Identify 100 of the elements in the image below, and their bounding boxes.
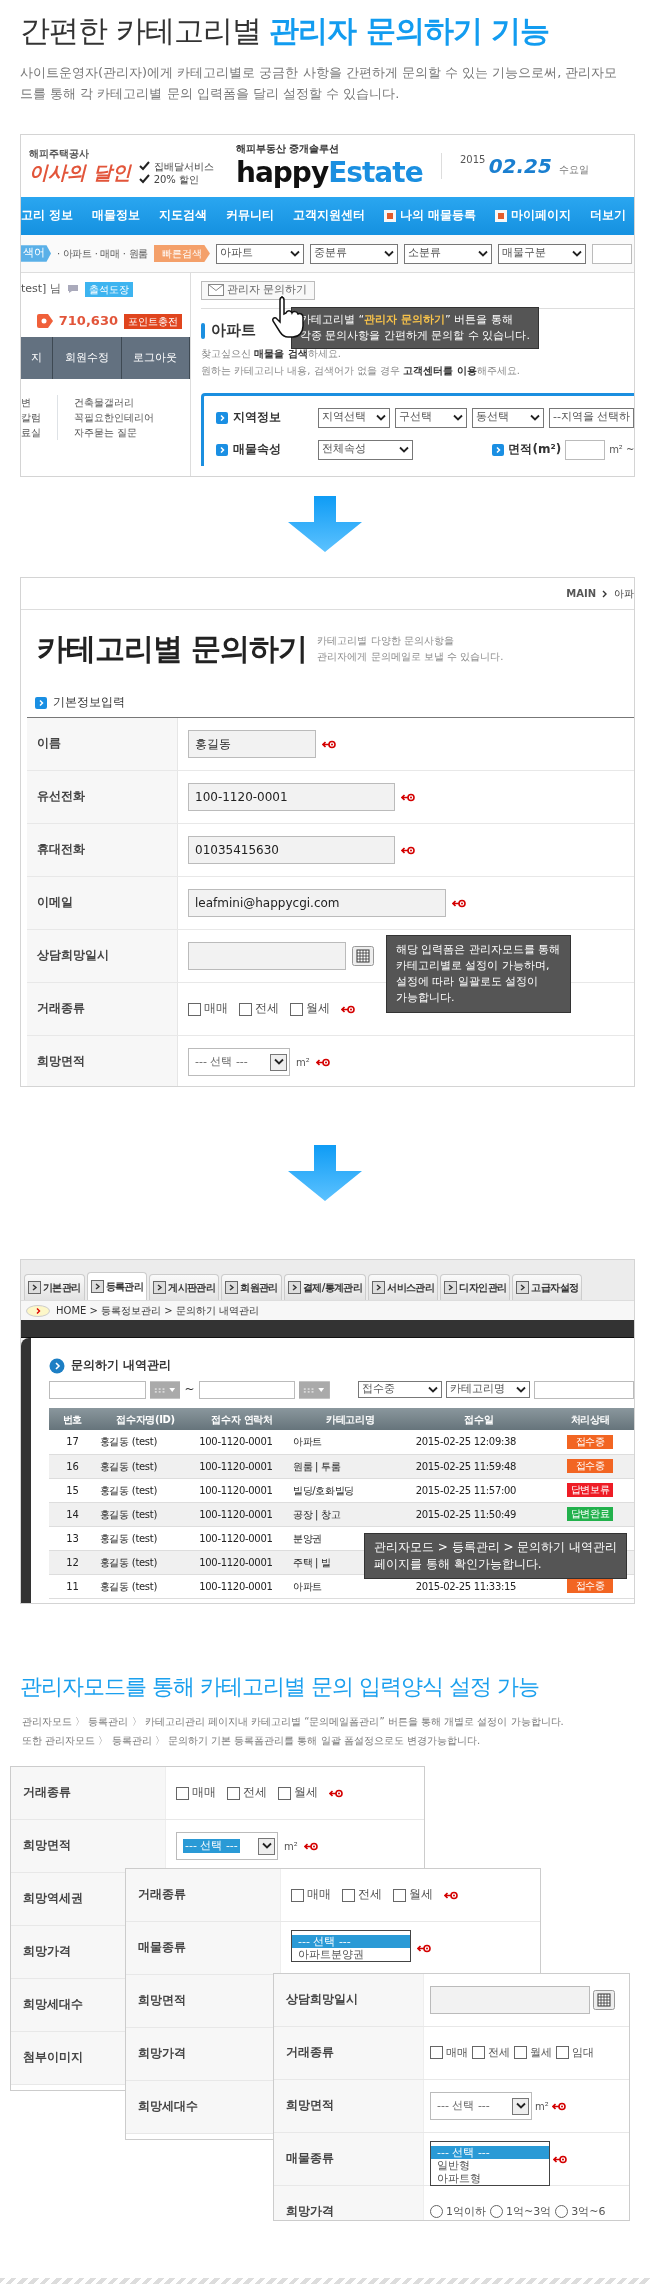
date-field[interactable] bbox=[49, 1381, 146, 1399]
field-label: 매물종류 bbox=[286, 2151, 334, 2167]
checkbox[interactable] bbox=[556, 2046, 569, 2060]
text-field[interactable]: 100-1120-0001 bbox=[188, 783, 395, 811]
range-separator: ~ bbox=[184, 1382, 195, 1398]
search-path: · 아파트 · 매매 · 원룸 bbox=[57, 247, 148, 260]
unit-text: m² bbox=[284, 1839, 298, 1853]
menu-tab[interactable]: 게시판관리 bbox=[149, 1274, 220, 1300]
checkbox[interactable] bbox=[239, 1002, 252, 1016]
list-option[interactable]: 일반형 bbox=[431, 2159, 549, 2172]
checkbox[interactable] bbox=[393, 1888, 406, 1902]
option-label: 1억이하 bbox=[446, 2204, 486, 2220]
caret-icon bbox=[428, 1385, 438, 1394]
company-name: 해피주택공사 bbox=[29, 146, 90, 160]
select-field[interactable]: --- 선택 --- bbox=[430, 2092, 532, 2120]
select-field[interactable]: 지역선택 bbox=[318, 407, 390, 428]
input-field[interactable] bbox=[565, 439, 606, 460]
caret-icon bbox=[399, 445, 409, 454]
input-field[interactable]: --지역을 선택하 bbox=[549, 407, 634, 428]
select-field[interactable]: 전체속성 bbox=[318, 439, 413, 460]
select-field[interactable]: 접수중 bbox=[358, 1381, 442, 1398]
search-field[interactable] bbox=[534, 1381, 634, 1399]
select-field[interactable]: 아파트 bbox=[215, 243, 304, 264]
menu-link[interactable]: 칼럼 bbox=[21, 410, 41, 425]
input-field[interactable] bbox=[591, 243, 632, 264]
list-option[interactable]: 아파트형 bbox=[431, 2172, 549, 2185]
field-label: 희망가격 bbox=[138, 2046, 186, 2062]
calendar-button[interactable] bbox=[593, 1990, 615, 2010]
option-label: 월세 bbox=[409, 1887, 433, 1903]
table-cell: 원룸 | 투룸 bbox=[292, 1460, 341, 1472]
checkbox[interactable] bbox=[430, 2046, 443, 2060]
table-cell: 분양권 bbox=[292, 1532, 322, 1544]
list-option[interactable]: 아파트분양권 bbox=[292, 1948, 410, 1961]
field-label: 면적(m²) bbox=[508, 441, 562, 458]
radio-button[interactable] bbox=[490, 2205, 503, 2219]
menu-link[interactable]: 꼭필요한인테리어 bbox=[74, 410, 154, 425]
menu-tab[interactable]: 결제/통계관리 bbox=[283, 1274, 367, 1300]
menu-link[interactable]: 료실 bbox=[21, 425, 41, 440]
calendar-button[interactable] bbox=[352, 946, 374, 966]
select-field[interactable]: 동선택 bbox=[472, 407, 544, 428]
table-cell: 홍길동 (test) bbox=[99, 1532, 157, 1544]
account-button[interactable]: 지 bbox=[21, 337, 54, 379]
menu-tab[interactable]: 고급자설정 bbox=[512, 1274, 583, 1300]
menu-tab[interactable]: 등록관리 bbox=[86, 1272, 148, 1300]
points-value: 710,630 bbox=[58, 312, 118, 330]
select-field[interactable]: 구선택 bbox=[395, 407, 467, 428]
select-field[interactable]: 소분류 bbox=[403, 243, 492, 264]
charge-button[interactable]: 포인트충전 bbox=[124, 313, 182, 329]
text-field[interactable]: 01035415630 bbox=[188, 836, 395, 864]
checkbox[interactable] bbox=[472, 2046, 485, 2060]
status-badge: 답변완료 bbox=[567, 1507, 614, 1521]
option-label: 전세 bbox=[488, 2045, 510, 2061]
menu-link[interactable]: 자주묻는 질문 bbox=[74, 425, 154, 440]
date-field[interactable] bbox=[430, 1986, 590, 2014]
menu-link[interactable]: 건축물갤러리 bbox=[74, 395, 154, 410]
account-button[interactable]: 회원수정 bbox=[53, 337, 122, 379]
date-field[interactable] bbox=[188, 942, 346, 970]
radio-button[interactable] bbox=[555, 2205, 569, 2219]
text-field[interactable]: 홍길동 bbox=[188, 730, 316, 758]
field-label: 매물속성 bbox=[233, 441, 282, 458]
table-cell: 11 bbox=[66, 1580, 79, 1592]
checkbox[interactable] bbox=[290, 1002, 303, 1016]
account-button[interactable]: 로그아웃 bbox=[121, 337, 190, 379]
select-field[interactable]: 카테고리명 bbox=[446, 1381, 530, 1398]
checkbox[interactable] bbox=[227, 1786, 240, 1800]
pointer-icon bbox=[26, 1304, 50, 1317]
check-icon bbox=[138, 174, 150, 184]
menu-tab[interactable]: 서비스관리 bbox=[368, 1274, 439, 1300]
option-label: 매매 bbox=[192, 1785, 216, 1801]
tab-icon bbox=[444, 1281, 458, 1294]
description: 사이트운영자(관리자)에게 카테고리별로 궁금한 사항을 간편하게 문의할 수 있는 기능으로써, 관리자모드를 통해 각 카테고리별 문의 입력폼을 달리 설정할 수 있습니다. bbox=[20, 64, 619, 103]
breadcrumb-link[interactable]: 아파 bbox=[614, 587, 634, 600]
checkbox[interactable] bbox=[342, 1888, 355, 1902]
column-header: 처리상태 bbox=[546, 1408, 634, 1430]
checkbox[interactable] bbox=[188, 1002, 201, 1016]
menu-link[interactable]: 변 bbox=[21, 395, 41, 410]
select-field[interactable]: 매물구분 bbox=[497, 243, 586, 264]
logo-text: 이사의 달인 bbox=[29, 160, 131, 185]
select-field[interactable]: 중분류 bbox=[309, 243, 398, 264]
date-field[interactable] bbox=[198, 1381, 296, 1399]
status-badge: 접수중 bbox=[567, 1434, 614, 1449]
inquiry-button[interactable]: 관리자 문의하기 bbox=[201, 281, 315, 300]
unit-text: m² ~ bbox=[609, 443, 634, 456]
envelope-icon bbox=[208, 284, 224, 297]
column-header: 번호 bbox=[49, 1408, 96, 1430]
select-field[interactable]: --- 선택 --- bbox=[188, 1048, 290, 1076]
radio-button[interactable] bbox=[430, 2205, 443, 2219]
checkbox[interactable] bbox=[278, 1786, 291, 1800]
menu-tab[interactable]: 디자인관리 bbox=[440, 1274, 511, 1300]
menu-tab[interactable]: 기본관리 bbox=[24, 1274, 85, 1300]
caret-icon bbox=[571, 249, 582, 258]
field-label: 희망면적 bbox=[23, 1838, 71, 1854]
checkbox[interactable] bbox=[291, 1888, 304, 1902]
checkbox[interactable] bbox=[176, 1786, 189, 1800]
breadcrumb-link[interactable]: MAIN bbox=[566, 587, 596, 600]
menu-tab[interactable]: 회원관리 bbox=[221, 1274, 282, 1300]
text-field[interactable]: leafmini@happycgi.com bbox=[188, 889, 446, 917]
table-cell: 14 bbox=[66, 1508, 79, 1520]
field-label: 희망가격 bbox=[23, 1944, 71, 1960]
checkbox[interactable] bbox=[514, 2046, 527, 2060]
